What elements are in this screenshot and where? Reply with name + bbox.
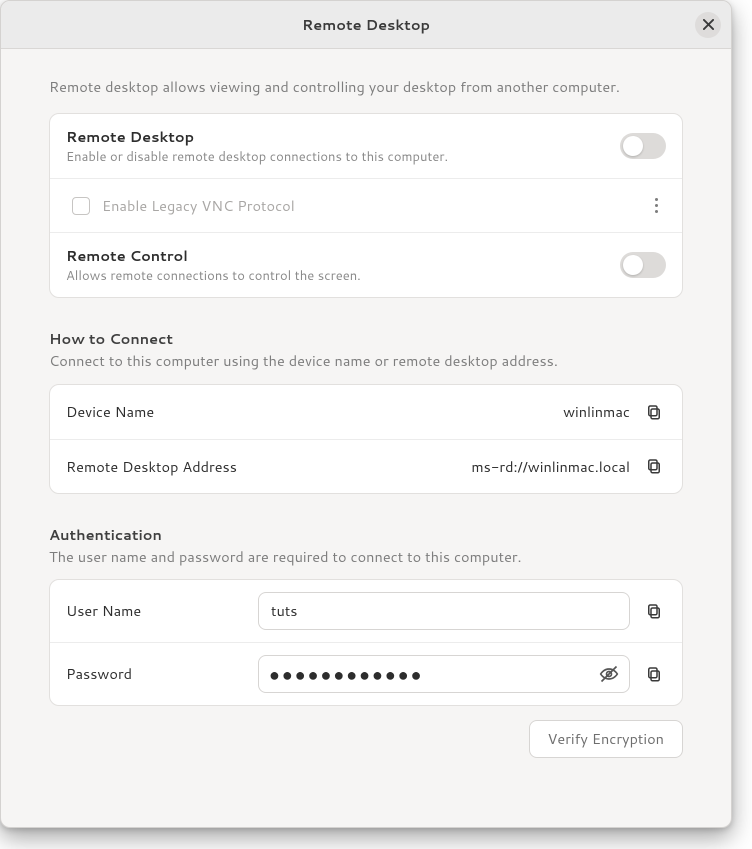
remote-control-toggle[interactable]: [620, 252, 666, 278]
remote-desktop-window: Remote Desktop Remote desktop allows vie…: [0, 0, 732, 828]
toggle-password-visibility-button[interactable]: [599, 664, 619, 684]
password-input[interactable]: ●●●●●●●●●●●●: [269, 665, 591, 683]
auth-section-title: Authentication: [49, 524, 683, 545]
vnc-checkbox[interactable]: [72, 197, 90, 215]
close-icon: [703, 19, 714, 30]
copy-icon: [645, 457, 663, 475]
password-row: Password ●●●●●●●●●●●●: [50, 642, 682, 705]
close-button[interactable]: [695, 12, 721, 38]
username-label: User Name: [66, 600, 246, 621]
copy-icon: [645, 403, 663, 421]
eye-off-icon: [599, 664, 619, 684]
connect-section-title: How to Connect: [49, 328, 683, 349]
connect-section-subtitle: Connect to this computer using the devic…: [49, 351, 683, 371]
vnc-more-menu[interactable]: [646, 198, 666, 213]
sharing-panel: Remote Desktop Enable or disable remote …: [49, 113, 683, 298]
remote-desktop-subtitle: Enable or disable remote desktop connect…: [66, 148, 608, 166]
remote-control-title: Remote Control: [66, 245, 608, 266]
copy-username-button[interactable]: [642, 599, 666, 623]
remote-control-labels: Remote Control Allows remote connections…: [66, 245, 608, 285]
remote-desktop-labels: Remote Desktop Enable or disable remote …: [66, 126, 608, 166]
vnc-label: Enable Legacy VNC Protocol: [102, 195, 295, 216]
intro-text: Remote desktop allows viewing and contro…: [49, 77, 683, 97]
titlebar: Remote Desktop: [1, 1, 731, 49]
connect-panel: Device Name winlinmac Remote Desktop Add…: [49, 384, 683, 494]
username-input[interactable]: [269, 599, 619, 622]
address-row: Remote Desktop Address ms-rd://winlinmac…: [50, 439, 682, 493]
username-field-wrapper: [258, 592, 630, 630]
content-area: Remote desktop allows viewing and contro…: [1, 49, 731, 827]
remote-control-subtitle: Allows remote connections to control the…: [66, 267, 608, 285]
copy-icon: [645, 602, 663, 620]
copy-device-name-button[interactable]: [642, 400, 666, 424]
copy-icon: [645, 665, 663, 683]
vnc-row: Enable Legacy VNC Protocol: [50, 178, 682, 232]
password-field-wrapper: ●●●●●●●●●●●●: [258, 655, 630, 693]
remote-desktop-title: Remote Desktop: [66, 126, 608, 147]
copy-address-button[interactable]: [642, 454, 666, 478]
copy-password-button[interactable]: [642, 662, 666, 686]
verify-row: Verify Encryption: [49, 720, 683, 758]
username-row: User Name: [50, 580, 682, 642]
device-name-label: Device Name: [66, 401, 551, 422]
auth-panel: User Name Password ●●●●●●●●●●●●: [49, 579, 683, 706]
remote-control-row: Remote Control Allows remote connections…: [50, 232, 682, 297]
remote-desktop-toggle[interactable]: [620, 133, 666, 159]
device-name-value: winlinmac: [563, 401, 630, 422]
auth-section-subtitle: The user name and password are required …: [49, 547, 683, 567]
password-label: Password: [66, 663, 246, 684]
remote-desktop-row: Remote Desktop Enable or disable remote …: [50, 114, 682, 178]
verify-encryption-button[interactable]: Verify Encryption: [529, 720, 683, 758]
address-label: Remote Desktop Address: [66, 456, 459, 477]
address-value: ms-rd://winlinmac.local: [471, 456, 630, 477]
device-name-row: Device Name winlinmac: [50, 385, 682, 439]
window-title: Remote Desktop: [302, 14, 430, 35]
